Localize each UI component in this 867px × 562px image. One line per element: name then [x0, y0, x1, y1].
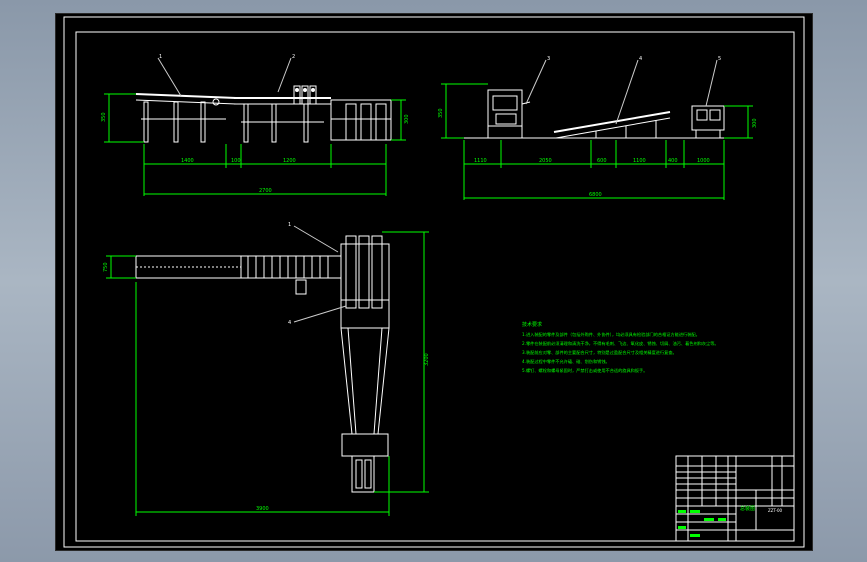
svg-text:1200: 1200: [283, 158, 296, 164]
svg-text:4: 4: [288, 320, 291, 326]
svg-text:2: 2: [292, 54, 295, 60]
cad-drawing: 1 2 350 300 1400 100 1200 2700 3 4 5 350…: [63, 16, 805, 548]
svg-text:技术要求: 技术要求: [522, 321, 542, 328]
svg-text:2700: 2700: [259, 188, 272, 194]
svg-text:300: 300: [404, 114, 410, 124]
svg-text:750: 750: [103, 262, 109, 272]
svg-text:1: 1: [159, 54, 162, 60]
svg-text:3200: 3200: [424, 353, 430, 366]
svg-text:1400: 1400: [181, 158, 194, 164]
svg-text:100: 100: [231, 158, 241, 164]
svg-text:总装图: 总装图: [740, 505, 755, 512]
svg-text:350: 350: [438, 108, 444, 118]
svg-text:1000: 1000: [697, 158, 710, 164]
svg-text:4.装配过程中零件不允许磕、碰、划伤和锈蚀。: 4.装配过程中零件不允许磕、碰、划伤和锈蚀。: [522, 358, 610, 365]
svg-text:1.进入装配的零件及部件（包括外购件、外协件），均必须具有检: 1.进入装配的零件及部件（包括外购件、外协件），均必须具有检验部门的合格证方能进…: [522, 331, 700, 338]
svg-text:300: 300: [752, 118, 758, 128]
svg-text:3.装配前应对零、部件的主要配合尺寸，特别是过盈配合尺寸及相: 3.装配前应对零、部件的主要配合尺寸，特别是过盈配合尺寸及相关精度进行复查。: [522, 349, 677, 356]
svg-text:1100: 1100: [633, 158, 646, 164]
plan-view: 1 4 750 3200 3900: [103, 222, 430, 516]
svg-text:2.零件在装配前必须清理和清洗干净，不得有毛刺、飞边、氧化皮: 2.零件在装配前必须清理和清洗干净，不得有毛刺、飞边、氧化皮、锈蚀、切屑、油污、…: [522, 340, 719, 347]
svg-text:3900: 3900: [256, 506, 269, 512]
side-view-left: 1 2 350 300 1400 100 1200 2700: [101, 54, 410, 196]
side-view-right: 3 4 5 350 300 1110 2050 600 1100 400 100…: [438, 56, 758, 200]
svg-text:3: 3: [547, 56, 550, 62]
svg-text:600: 600: [597, 158, 607, 164]
title-block: 总装图 ZZT-00: [675, 455, 795, 542]
svg-text:1: 1: [288, 222, 291, 228]
svg-text:6800: 6800: [589, 192, 602, 198]
svg-text:1110: 1110: [474, 158, 487, 164]
svg-text:5: 5: [718, 56, 721, 62]
svg-text:5.螺钉、螺栓和螺母紧固时，严禁打击或使用不合适的旋具和扳手: 5.螺钉、螺栓和螺母紧固时，严禁打击或使用不合适的旋具和扳手。: [522, 367, 647, 374]
svg-text:ZZT-00: ZZT-00: [768, 508, 783, 513]
cad-viewport[interactable]: 1 2 350 300 1400 100 1200 2700 3 4 5 350…: [55, 13, 813, 551]
svg-text:4: 4: [639, 56, 642, 62]
svg-text:350: 350: [101, 112, 107, 122]
sheet-inner-border: [75, 31, 795, 542]
svg-text:2050: 2050: [539, 158, 552, 164]
technical-notes: 技术要求 1.进入装配的零件及部件（包括外购件、外协件），均必须具有检验部门的合…: [522, 321, 719, 374]
svg-text:400: 400: [668, 158, 678, 164]
